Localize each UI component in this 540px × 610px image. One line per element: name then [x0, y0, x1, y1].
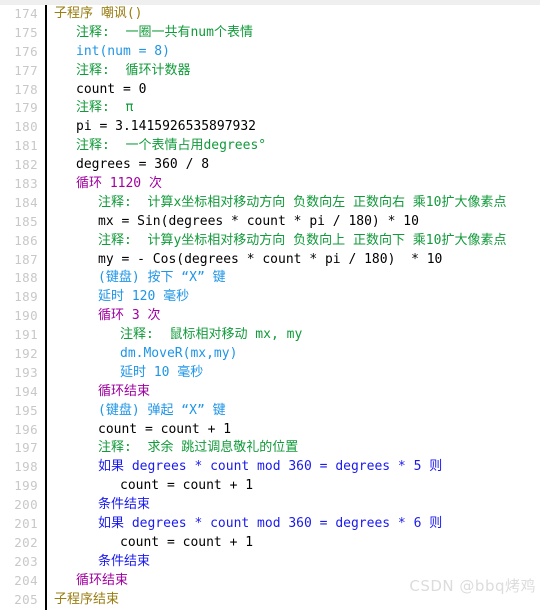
code-line[interactable]: 189 延时 120 毫秒 [0, 288, 540, 307]
code-text[interactable]: count = count + 1 [54, 477, 253, 496]
code-line[interactable]: 205 子程序结束 [0, 591, 540, 610]
code-line[interactable]: 197 注释: 求余 跳过调息敬礼的位置 [0, 439, 540, 458]
code-line[interactable]: 175 注释: 一圈一共有num个表情 [0, 24, 540, 43]
code-text[interactable]: 循环 1120 次 [54, 175, 162, 194]
code-line[interactable]: 195 (键盘) 弹起 “X” 键 [0, 402, 540, 421]
code-text[interactable]: 注释: 一个表情占用degrees° [54, 137, 266, 156]
code-listing[interactable]: 174 子程序 嘲讽() 175 注释: 一圈一共有num个表情 176 int(num … [0, 5, 540, 610]
code-text[interactable]: (键盘) 弹起 “X” 键 [54, 402, 226, 421]
line-number: 184 [14, 194, 38, 210]
code-text[interactable]: 条件结束 [54, 553, 150, 572]
line-number: 199 [14, 478, 38, 494]
line-number: 182 [14, 157, 38, 173]
line-number: 176 [14, 43, 38, 59]
code-text[interactable]: count = count + 1 [54, 421, 231, 440]
code-editor: 174 子程序 嘲讽() 175 注释: 一圈一共有num个表情 176 int(num … [0, 0, 540, 610]
line-number: 189 [14, 289, 38, 305]
code-text[interactable]: degrees = 360 / 8 [54, 156, 209, 175]
code-text[interactable]: 如果 degrees * count mod 360 = degrees * 6… [54, 515, 442, 534]
code-text[interactable]: 如果 degrees * count mod 360 = degrees * 5… [54, 458, 442, 477]
line-number: 183 [14, 176, 38, 192]
code-line[interactable]: 180 pi = 3.1415926535897932 [0, 118, 540, 137]
line-number: 202 [14, 534, 38, 550]
code-text[interactable]: 注释: π [54, 99, 133, 118]
line-number: 194 [14, 383, 38, 399]
code-text[interactable]: 循环结束 [54, 572, 128, 591]
code-text[interactable]: 注释: 鼠标相对移动 mx, my [54, 326, 302, 345]
code-line[interactable]: 196 count = count + 1 [0, 421, 540, 440]
line-number: 179 [14, 100, 38, 116]
code-line[interactable]: 181 注释: 一个表情占用degrees° [0, 137, 540, 156]
code-text[interactable]: int(num = 8) [54, 43, 170, 62]
line-number: 175 [14, 24, 38, 40]
line-number: 187 [14, 251, 38, 267]
line-number: 186 [14, 232, 38, 248]
code-text[interactable]: 注释: 求余 跳过调息敬礼的位置 [54, 439, 298, 458]
code-line[interactable]: 203 条件结束 [0, 553, 540, 572]
line-number: 200 [14, 497, 38, 513]
line-number: 178 [14, 81, 38, 97]
code-text[interactable]: 注释: 循环计数器 [54, 62, 190, 81]
line-number: 193 [14, 364, 38, 380]
code-text[interactable]: 注释: 计算x坐标相对移动方向 负数向左 正数向右 乘10扩大像素点 [54, 194, 506, 213]
code-line[interactable]: 174 子程序 嘲讽() [0, 5, 540, 24]
line-number: 197 [14, 440, 38, 456]
code-line[interactable]: 202 count = count + 1 [0, 534, 540, 553]
code-line[interactable]: 190 循环 3 次 [0, 307, 540, 326]
code-line[interactable]: 177 注释: 循环计数器 [0, 62, 540, 81]
line-number: 185 [14, 213, 38, 229]
code-line[interactable]: 199 count = count + 1 [0, 477, 540, 496]
line-number: 188 [14, 270, 38, 286]
code-line[interactable]: 188 (键盘) 按下 “X” 键 [0, 269, 540, 288]
code-line[interactable]: 184 注释: 计算x坐标相对移动方向 负数向左 正数向右 乘10扩大像素点 [0, 194, 540, 213]
line-number: 192 [14, 346, 38, 362]
code-text[interactable]: dm.MoveR(mx,my) [54, 345, 237, 364]
code-line[interactable]: 198 如果 degrees * count mod 360 = degrees … [0, 458, 540, 477]
code-line[interactable]: 194 循环结束 [0, 383, 540, 402]
code-text[interactable]: 循环 3 次 [54, 307, 160, 326]
line-number: 204 [14, 572, 38, 588]
code-text[interactable]: mx = Sin(degrees * count * pi / 180) * 1… [54, 213, 419, 232]
line-number: 190 [14, 308, 38, 324]
code-line[interactable]: 179 注释: π [0, 99, 540, 118]
code-text[interactable]: 循环结束 [54, 383, 150, 402]
line-number: 201 [14, 516, 38, 532]
code-text[interactable]: 延时 120 毫秒 [54, 288, 189, 307]
line-number: 191 [14, 327, 38, 343]
code-text[interactable]: count = 0 [54, 81, 146, 100]
code-line[interactable]: 185 mx = Sin(degrees * count * pi / 180) … [0, 213, 540, 232]
code-text[interactable]: 注释: 计算y坐标相对移动方向 负数向上 正数向下 乘10扩大像素点 [54, 232, 506, 251]
code-line[interactable]: 186 注释: 计算y坐标相对移动方向 负数向上 正数向下 乘10扩大像素点 [0, 232, 540, 251]
code-text[interactable]: 子程序 嘲讽() [54, 5, 142, 24]
line-number: 177 [14, 62, 38, 78]
code-line[interactable]: 191 注释: 鼠标相对移动 mx, my [0, 326, 540, 345]
code-text[interactable]: pi = 3.1415926535897932 [54, 118, 256, 137]
code-text[interactable]: (键盘) 按下 “X” 键 [54, 269, 226, 288]
code-line[interactable]: 204 循环结束 [0, 572, 540, 591]
code-text[interactable]: count = count + 1 [54, 534, 253, 553]
line-number: 198 [14, 459, 38, 475]
code-line[interactable]: 178 count = 0 [0, 81, 540, 100]
code-line[interactable]: 192 dm.MoveR(mx,my) [0, 345, 540, 364]
code-text[interactable]: 注释: 一圈一共有num个表情 [54, 24, 253, 43]
line-number: 174 [14, 6, 38, 21]
line-number: 181 [14, 138, 38, 154]
code-text[interactable]: my = - Cos(degrees * count * pi / 180) *… [54, 251, 442, 270]
code-line[interactable]: 200 条件结束 [0, 496, 540, 515]
line-number: 195 [14, 402, 38, 418]
line-number: 205 [14, 591, 38, 607]
code-text[interactable]: 延时 10 毫秒 [54, 364, 203, 383]
code-line[interactable]: 187 my = - Cos(degrees * count * pi / 180… [0, 251, 540, 270]
line-number: 196 [14, 421, 38, 437]
code-line[interactable]: 193 延时 10 毫秒 [0, 364, 540, 383]
code-text[interactable]: 条件结束 [54, 496, 150, 515]
code-line[interactable]: 183 循环 1120 次 [0, 175, 540, 194]
line-number: 203 [14, 553, 38, 569]
code-line[interactable]: 182 degrees = 360 / 8 [0, 156, 540, 175]
line-number: 180 [14, 119, 38, 135]
code-line[interactable]: 201 如果 degrees * count mod 360 = degrees … [0, 515, 540, 534]
code-text[interactable]: 子程序结束 [54, 591, 119, 610]
code-line[interactable]: 176 int(num = 8) [0, 43, 540, 62]
